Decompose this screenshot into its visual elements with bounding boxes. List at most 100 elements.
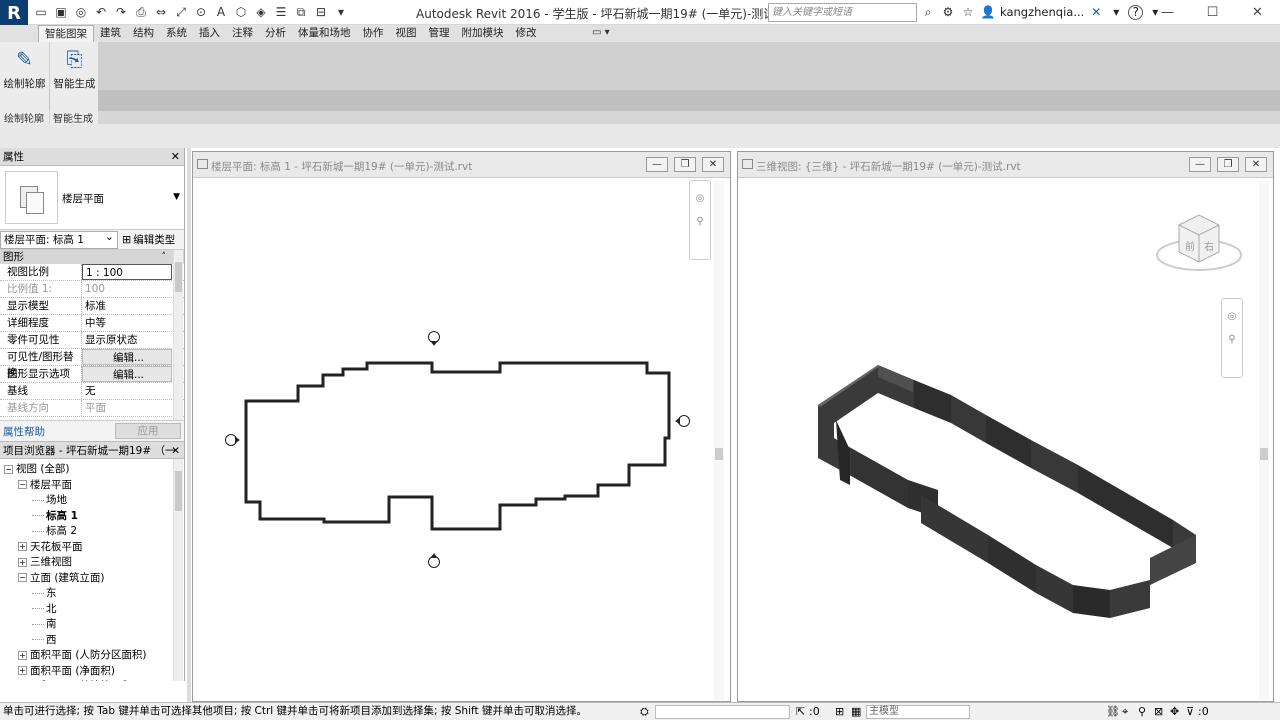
floor-plan-canvas[interactable] — [193, 180, 713, 700]
undo-icon[interactable]: ↶ — [92, 4, 110, 21]
exchange-icon[interactable]: ✕ — [1088, 4, 1104, 20]
expand-toggle-icon[interactable]: + — [18, 666, 27, 675]
minimize-icon[interactable]: — — [1145, 0, 1190, 25]
model-dropdown[interactable]: 主模型 — [866, 705, 970, 719]
thin-lines-icon[interactable]: ☰ — [272, 4, 290, 21]
tab-6[interactable]: 分析 — [259, 25, 292, 42]
tab-10[interactable]: 管理 — [423, 25, 456, 42]
help-icon[interactable]: ? — [1128, 4, 1144, 20]
plan-scrollbar[interactable] — [714, 180, 724, 700]
expand-toggle-icon[interactable]: + — [18, 650, 27, 660]
restore-icon[interactable]: ❐ — [674, 157, 696, 172]
three-d-canvas[interactable]: 前 右 — [738, 180, 1258, 700]
tab-5[interactable]: 注释 — [226, 25, 259, 42]
minimize-icon[interactable]: — — [646, 157, 668, 172]
workset-dropdown[interactable] — [655, 705, 790, 719]
panel-splitter[interactable] — [187, 148, 191, 702]
3d-view-icon[interactable]: ⬡ — [232, 4, 250, 21]
save-icon[interactable]: ▣ — [52, 4, 70, 21]
tab-12[interactable]: 修改 — [510, 25, 543, 42]
text-icon[interactable]: A — [212, 4, 230, 21]
open-icon[interactable]: ▭ — [32, 4, 50, 21]
ribbon-minimize-icon[interactable]: ▭ ▾ — [592, 27, 610, 38]
redo-icon[interactable]: ↷ — [112, 4, 130, 21]
tab-3[interactable]: 系统 — [160, 25, 193, 42]
close-icon[interactable]: ✕ — [1245, 157, 1267, 172]
edit-type-icon[interactable]: ⊞ — [122, 233, 131, 246]
drag-elements-icon[interactable]: ✥ — [1170, 703, 1179, 720]
restore-icon[interactable]: ❐ — [1217, 157, 1239, 172]
view-cube-icon[interactable]: 前 右 — [1156, 214, 1242, 271]
floor-plan-view[interactable]: 楼层平面: 标高 1 - 坪石新城一期19# (一单元)-测试.rvt — ❐ … — [192, 151, 731, 702]
type-selector[interactable]: 楼层平面 ▼ — [0, 166, 184, 230]
switch-windows-icon[interactable]: ⊟ — [312, 4, 330, 21]
tree-item[interactable]: − 楼层平面 — [0, 478, 184, 494]
tag-icon[interactable]: ⊙ — [192, 4, 210, 21]
property-value[interactable]: 编辑... — [82, 366, 172, 382]
expand-toggle-icon[interactable]: − — [18, 480, 27, 489]
section-icon[interactable]: ◈ — [252, 4, 270, 21]
design-options-icon[interactable]: ⊞ — [835, 703, 844, 720]
property-value[interactable]: 标准 — [82, 298, 184, 314]
binoculars-icon[interactable]: ⌕ — [920, 4, 936, 20]
smart-generate-button[interactable]: ⎘ 智能生成 — [52, 44, 97, 91]
properties-scrollbar[interactable] — [173, 250, 183, 420]
tree-item[interactable]: + 面积平面 (人防分区面积) — [0, 648, 184, 664]
apply-button[interactable]: 应用 — [115, 423, 181, 439]
chevron-down-icon[interactable]: ▼ — [173, 192, 180, 202]
tree-item[interactable]: + 三维视图 — [0, 555, 184, 571]
three-d-view[interactable]: 三维视图: {三维} - 坪石新城一期19# (一单元)-测试.rvt — ❐ … — [737, 151, 1274, 702]
editable-icon[interactable]: ▦ — [851, 703, 861, 720]
select-pinned-icon[interactable]: ⚲ — [1138, 703, 1146, 720]
instance-dropdown[interactable]: 楼层平面: 标高 1 — [0, 229, 118, 249]
minimize-icon[interactable]: — — [1189, 157, 1211, 172]
select-links-icon[interactable]: ⛓ — [1106, 703, 1120, 720]
measure-icon[interactable]: ⇔ — [152, 4, 170, 21]
user-icon[interactable]: 👤 — [980, 4, 996, 20]
select-underlay-icon[interactable]: ⌖ — [1122, 703, 1128, 720]
user-name[interactable]: kangzhenqia... — [1000, 5, 1084, 19]
3d-scrollbar[interactable] — [1259, 180, 1269, 700]
tree-item[interactable]: 北 — [0, 602, 184, 618]
browser-scrollbar[interactable] — [173, 459, 183, 681]
maximize-icon[interactable]: ☐ — [1190, 0, 1235, 25]
close-icon[interactable]: ✕ — [1235, 0, 1280, 25]
property-value[interactable]: 显示原状态 — [82, 332, 184, 348]
tree-item[interactable]: 场地 — [0, 493, 184, 509]
property-category[interactable]: 图形 ˄ — [0, 250, 184, 264]
tab-4[interactable]: 插入 — [193, 25, 226, 42]
close-icon[interactable]: ✕ — [171, 442, 180, 460]
property-value[interactable]: 编辑... — [82, 349, 172, 365]
collapse-icon[interactable]: ˄ — [162, 250, 167, 264]
tab-8[interactable]: 协作 — [357, 25, 390, 42]
tab-0[interactable]: 智能图架 — [38, 25, 94, 42]
property-value[interactable]: 无 — [82, 383, 184, 399]
tree-item[interactable]: 西 — [0, 633, 184, 649]
tab-2[interactable]: 结构 — [127, 25, 160, 42]
tab-1[interactable]: 建筑 — [94, 25, 127, 42]
property-value[interactable]: 中等 — [82, 315, 184, 331]
draw-outline-button[interactable]: ✎ 绘制轮廓 — [2, 44, 47, 91]
worksets-icon[interactable]: ⛭ — [640, 703, 649, 720]
expand-toggle-icon[interactable]: + — [18, 557, 27, 567]
close-hidden-icon[interactable]: ⧉ — [292, 4, 310, 21]
dimension-icon[interactable]: ⤢ — [172, 4, 190, 21]
filter-icon[interactable]: ⊽ — [1186, 703, 1194, 720]
expand-toggle-icon[interactable]: − — [4, 464, 13, 474]
chevron-down-icon[interactable]: ▾ — [1108, 4, 1124, 20]
tree-item[interactable]: 标高 2 — [0, 524, 184, 540]
select-by-face-icon[interactable]: ⊠ — [1154, 703, 1163, 720]
tree-item[interactable]: + 面积平面 (净面积) — [0, 664, 184, 680]
sync-icon[interactable]: ◎ — [72, 4, 90, 21]
subscription-icon[interactable]: ⚙ — [940, 4, 956, 20]
customize-qat-icon[interactable]: ▾ — [332, 4, 350, 21]
tree-item[interactable]: − 立面 (建筑立面) — [0, 571, 184, 587]
tree-item[interactable]: 东 — [0, 586, 184, 602]
tree-item[interactable]: − 视图 (全部) — [0, 462, 184, 478]
expand-toggle-icon[interactable]: − — [18, 573, 27, 582]
properties-help-link[interactable]: 属性帮助 — [3, 424, 45, 439]
tree-item[interactable]: 标高 1 — [0, 509, 184, 525]
search-input[interactable]: 键入关键字或短语 — [768, 3, 917, 22]
print-icon[interactable]: ⎙ — [132, 4, 150, 21]
tree-item[interactable]: 南 — [0, 617, 184, 633]
